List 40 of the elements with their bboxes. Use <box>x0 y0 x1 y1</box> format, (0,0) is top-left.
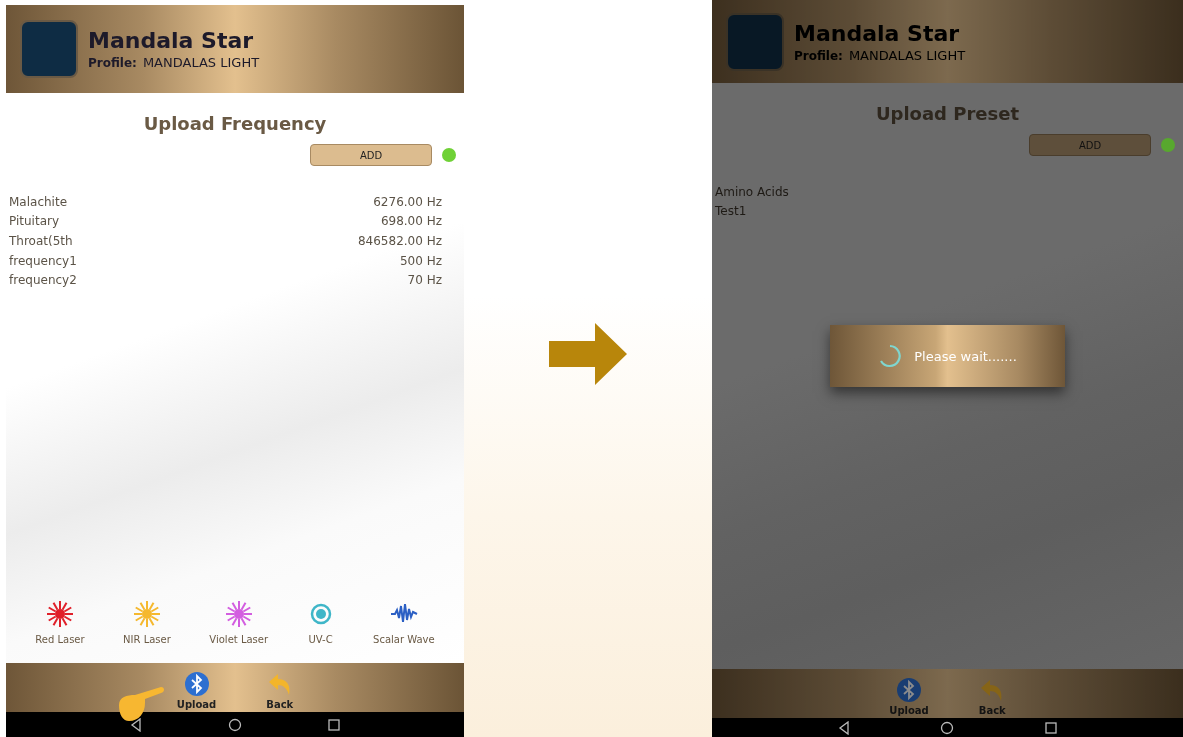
home-icon[interactable] <box>940 720 955 735</box>
bluetooth-icon <box>896 677 922 703</box>
back-button[interactable]: Back <box>266 671 294 710</box>
dialog-message: Please wait....... <box>914 348 1017 364</box>
starburst-icon <box>132 600 161 628</box>
profile-name: MANDALAS LIGHT <box>142 55 260 70</box>
screen-title: Upload Preset <box>874 103 1021 124</box>
add-button[interactable]: ADD <box>310 144 432 166</box>
mode-button[interactable]: UV-C <box>306 600 335 645</box>
mode-button[interactable]: NIR Laser <box>123 600 171 645</box>
upload-button[interactable]: Upload <box>176 671 217 710</box>
bluetooth-icon <box>183 671 210 697</box>
app-logo <box>726 12 784 71</box>
app-name: Mandala Star <box>88 28 255 53</box>
profile-label: Profile: <box>88 56 137 70</box>
mode-button[interactable]: Scalar Wave <box>373 600 435 645</box>
list-item-name[interactable]: Pituitary <box>9 214 60 229</box>
app-name: Mandala Star <box>794 20 961 46</box>
spinner-icon <box>878 344 903 368</box>
frequency-value: 698.00 Hz <box>380 214 442 229</box>
mode-button[interactable]: Violet Laser <box>209 600 269 645</box>
right-arrow-icon <box>549 322 627 385</box>
profile-label: Profile: <box>794 48 843 63</box>
mode-button[interactable]: Red Laser <box>35 600 85 645</box>
list-item-name[interactable]: frequency2 <box>9 273 77 288</box>
frequency-value: 500 Hz <box>399 253 442 268</box>
recents-icon[interactable] <box>1044 720 1059 735</box>
starburst-icon <box>45 600 74 628</box>
list-item-name[interactable]: Throat(5th <box>9 234 73 248</box>
recents-icon[interactable] <box>327 717 342 732</box>
starburst-icon <box>224 600 253 628</box>
app-logo <box>20 20 78 78</box>
frequency-value: 6276.00 Hz <box>373 194 442 209</box>
list-item-name[interactable]: frequency1 <box>9 253 77 268</box>
frequency-value: 70 Hz <box>407 273 442 288</box>
profile-name: MANDALAS LIGHT <box>848 47 966 63</box>
list-item-name[interactable]: Malachite <box>9 194 68 209</box>
home-icon[interactable] <box>228 717 242 732</box>
frequency-value: 846582.00 Hz <box>357 234 442 248</box>
screen-title: Upload Frequency <box>142 113 328 134</box>
